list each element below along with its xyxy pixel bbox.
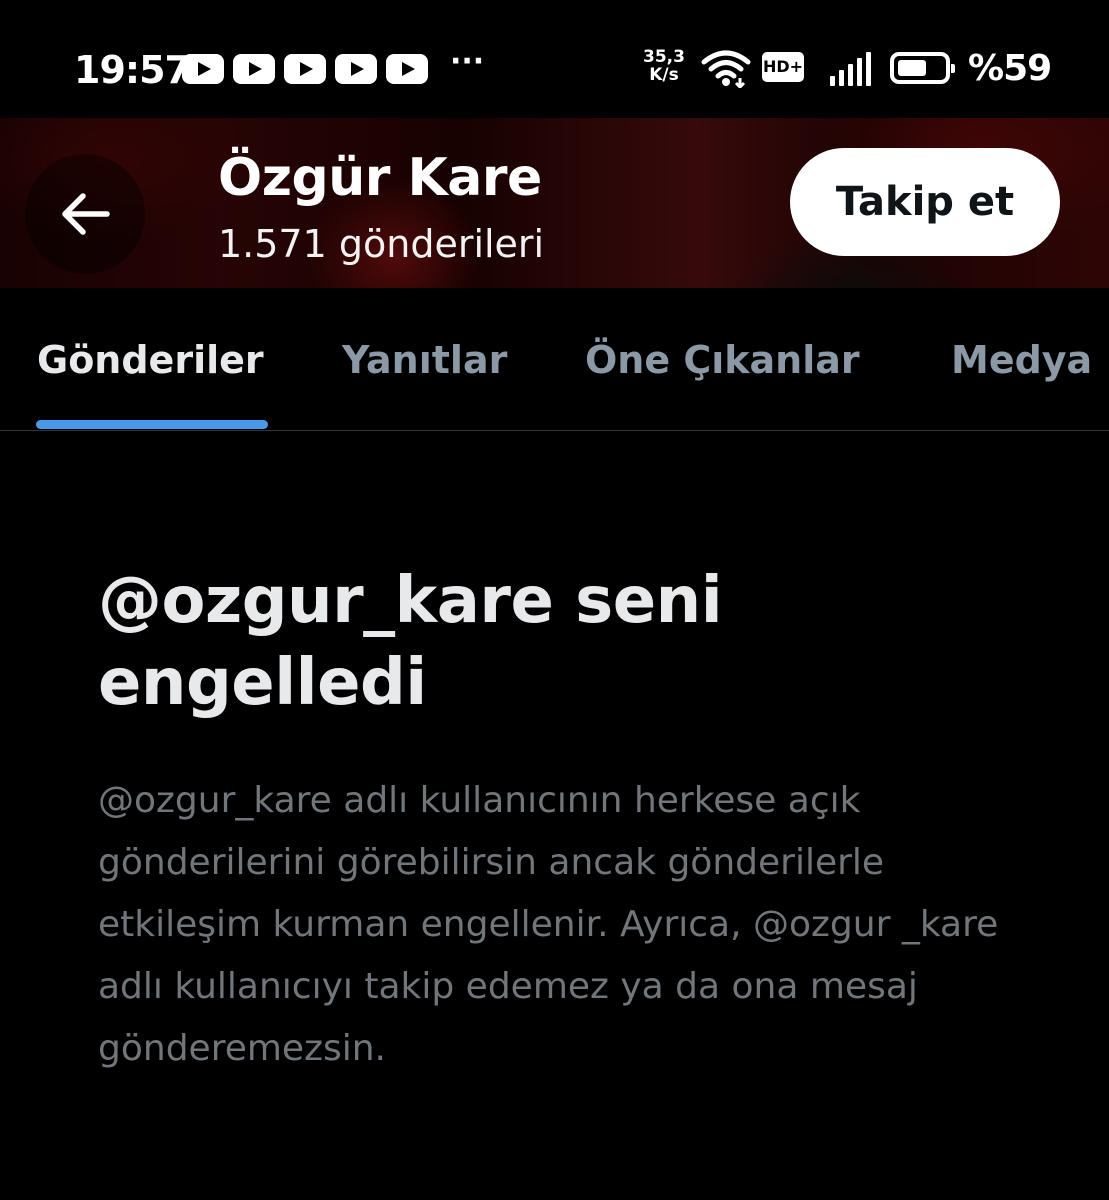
hd-voice-icon: HD+: [762, 52, 804, 82]
tab-highlights[interactable]: Öne Çıkanlar: [585, 338, 860, 382]
post-count: 1.571 gönderileri: [218, 222, 545, 266]
youtube-icon: [335, 54, 377, 84]
youtube-icon: [284, 54, 326, 84]
profile-tabs: Gönderiler Yanıtlar Öne Çıkanlar Medya: [0, 288, 1109, 431]
notification-icons: [182, 54, 428, 84]
cellular-signal-icon: [830, 52, 871, 86]
network-speed: 35,3 K/s: [640, 48, 688, 84]
blocked-title: @ozgur_kare seni engelledi: [98, 564, 723, 720]
tab-posts[interactable]: Gönderiler: [37, 338, 264, 382]
youtube-icon: [182, 54, 224, 84]
status-bar: 19:57 ··· 35,3 K/s HD+ %59: [0, 0, 1109, 120]
youtube-icon: [386, 54, 428, 84]
arrow-left-icon: [62, 193, 110, 235]
battery-icon: [890, 52, 955, 84]
tab-media[interactable]: Medya: [951, 338, 1092, 382]
network-speed-unit: K/s: [649, 65, 679, 85]
battery-percent: %59: [968, 48, 1052, 89]
youtube-icon: [233, 54, 275, 84]
network-speed-value: 35,3: [643, 47, 685, 67]
follow-button[interactable]: Takip et: [790, 148, 1060, 256]
status-time: 19:57: [74, 48, 191, 92]
wifi-icon: [701, 50, 751, 88]
active-tab-indicator: [36, 420, 268, 429]
back-button[interactable]: [25, 154, 145, 274]
more-notifications-icon: ···: [450, 44, 485, 79]
blocked-description: @ozgur_kare adlı kullanıcının herkese aç…: [98, 780, 999, 1069]
profile-header: Özgür Kare 1.571 gönderileri Takip et: [0, 118, 1109, 288]
tab-replies[interactable]: Yanıtlar: [342, 338, 507, 382]
profile-name: Özgür Kare: [218, 148, 542, 208]
